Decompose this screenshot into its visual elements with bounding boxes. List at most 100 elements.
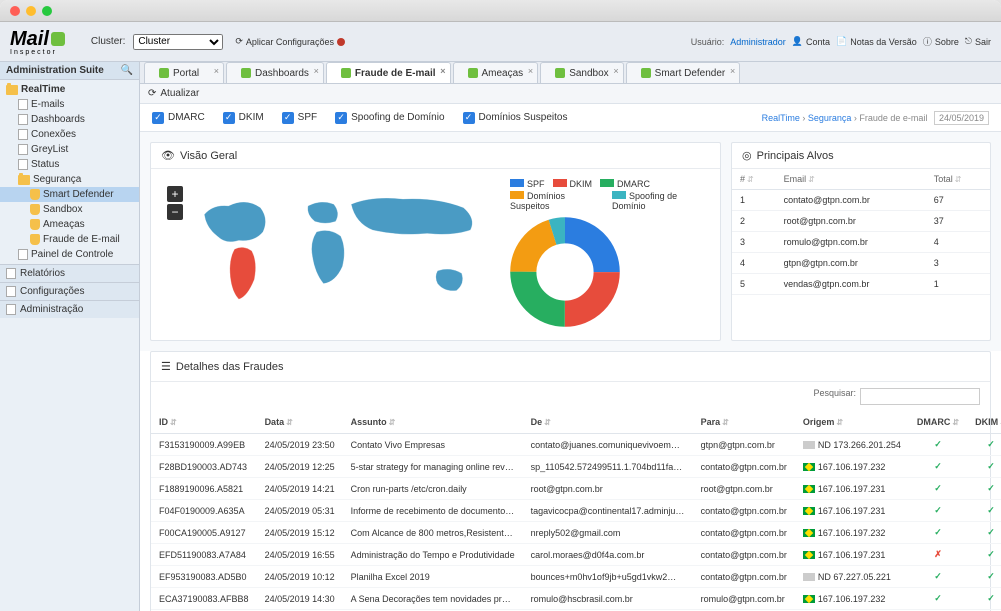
nav-status[interactable]: Status xyxy=(0,157,139,172)
nav-realtime[interactable]: RealTime xyxy=(0,82,139,97)
col-origem[interactable]: Origem⇵ xyxy=(795,411,909,434)
col-para[interactable]: Para⇵ xyxy=(693,411,795,434)
sidebar-panel-relatórios[interactable]: Relatórios xyxy=(0,264,139,282)
nav-label: Conexões xyxy=(31,129,76,140)
nav-painel-de-controle[interactable]: Painel de Controle xyxy=(0,247,139,262)
table-row[interactable]: ECA37190083.AFBB824/05/2019 14:30A Sena … xyxy=(151,588,1001,610)
close-icon[interactable]: × xyxy=(214,66,219,76)
close-icon[interactable]: × xyxy=(730,66,735,76)
table-row[interactable]: F28BD190003.AD74324/05/2019 12:255-star … xyxy=(151,456,1001,478)
about-link[interactable]: ⓘSobre xyxy=(923,35,959,48)
nav-smart-defender[interactable]: Smart Defender xyxy=(0,187,139,202)
swatch-icon xyxy=(600,179,614,187)
check-icon: ✓ xyxy=(934,483,942,493)
minimize-dot[interactable] xyxy=(26,6,36,16)
tab-portal[interactable]: Portal × xyxy=(144,62,224,83)
user-name-link[interactable]: Administrador xyxy=(730,37,786,47)
sidebar-panel-configurações[interactable]: Configurações xyxy=(0,282,139,300)
logo-sub: Inspector xyxy=(10,49,65,56)
close-icon[interactable]: × xyxy=(314,66,319,76)
sidebar-panel-administração[interactable]: Administração xyxy=(0,300,139,318)
tab-amea-as[interactable]: Ameaças× xyxy=(453,62,539,83)
table-row[interactable]: EFD51190083.A7A8424/05/2019 16:55Adminis… xyxy=(151,544,1001,566)
search-input[interactable] xyxy=(860,388,980,405)
flag-icon xyxy=(803,463,815,471)
tab-label: Dashboards xyxy=(255,68,309,79)
date-picker[interactable]: 24/05/2019 xyxy=(934,111,989,125)
overview-panel: 👁Visão Geral + − xyxy=(150,142,721,341)
tab-icon xyxy=(468,68,478,78)
close-icon[interactable]: × xyxy=(528,66,533,76)
page-icon xyxy=(18,99,28,110)
table-row[interactable]: 2root@gtpn.com.br37 xyxy=(732,211,990,232)
nav-sandbox[interactable]: Sandbox xyxy=(0,202,139,217)
col-email[interactable]: Email⇵ xyxy=(776,169,926,190)
table-row[interactable]: F3153190009.A99EB24/05/2019 23:50Contato… xyxy=(151,434,1001,456)
cluster-select[interactable]: Cluster xyxy=(133,34,223,50)
close-dot[interactable] xyxy=(10,6,20,16)
nav-greylist[interactable]: GreyList xyxy=(0,142,139,157)
nav-amea-as[interactable]: Ameaças xyxy=(0,217,139,232)
check-icon: ✓ xyxy=(987,549,995,559)
crumb-realtime[interactable]: RealTime xyxy=(762,113,800,123)
nav-dashboards[interactable]: Dashboards xyxy=(0,112,139,127)
col-id[interactable]: ID⇵ xyxy=(151,411,257,434)
apply-config-button[interactable]: ⟳ Aplicar Configurações xyxy=(235,36,345,47)
filter-spoofing-de-dom-nio[interactable]: ✓Spoofing de Domínio xyxy=(335,112,444,124)
tab-sandbox[interactable]: Sandbox× xyxy=(540,62,623,83)
zoom-out-button[interactable]: − xyxy=(167,204,183,220)
tab-dashboards[interactable]: Dashboards × xyxy=(226,62,324,83)
table-row[interactable]: EF953190083.AD5B024/05/2019 10:12Planilh… xyxy=(151,566,1001,588)
shield-icon xyxy=(30,189,40,200)
nav-label: Dashboards xyxy=(31,114,85,125)
nav-seguran-a[interactable]: Segurança xyxy=(0,172,139,187)
table-row[interactable]: 3romulo@gtpn.com.br4 xyxy=(732,232,990,253)
table-row[interactable]: F04F0190009.A635A24/05/2019 05:31Informe… xyxy=(151,500,1001,522)
tab-label: Portal xyxy=(173,68,199,79)
refresh-icon: ⟳ xyxy=(148,88,156,99)
targets-panel: ◎Principais Alvos #⇵ Email⇵ Total⇵ 1cont… xyxy=(731,142,991,341)
filter-dom-nios-suspeitos[interactable]: ✓Domínios Suspeitos xyxy=(463,112,568,124)
account-link[interactable]: 👤Conta xyxy=(792,36,830,47)
col-data[interactable]: Data⇵ xyxy=(257,411,343,434)
maximize-dot[interactable] xyxy=(42,6,52,16)
world-map[interactable]: + − xyxy=(161,180,498,330)
filter-spf[interactable]: ✓SPF xyxy=(282,112,317,124)
table-row[interactable]: 5vendas@gtpn.com.br1 xyxy=(732,274,990,295)
table-row[interactable]: 1contato@gtpn.com.br67 xyxy=(732,190,990,211)
check-icon: ✓ xyxy=(934,461,942,471)
zoom-in-button[interactable]: + xyxy=(167,186,183,202)
nav-tree: RealTimeE-mails Dashboards Conexões GreyLis… xyxy=(0,80,139,264)
nav-conex-es[interactable]: Conexões xyxy=(0,127,139,142)
tab-fraude-de-e-mail[interactable]: Fraude de E-mail× xyxy=(326,62,451,83)
logo-badge-icon xyxy=(51,32,65,46)
check-icon: ✓ xyxy=(987,571,995,581)
tab-smart-defender[interactable]: Smart Defender × xyxy=(626,62,741,83)
col-dkim[interactable]: DKIM⇵ xyxy=(967,411,1001,434)
col-assunto[interactable]: Assunto⇵ xyxy=(343,411,523,434)
refresh-button[interactable]: ⟳ Atualizar xyxy=(148,88,199,99)
toolbar: ⟳ Atualizar xyxy=(140,84,1001,104)
release-notes-link[interactable]: 📄Notas da Versão xyxy=(836,36,917,47)
table-row[interactable]: F00CA190005.A912724/05/2019 15:12Com Alc… xyxy=(151,522,1001,544)
close-icon[interactable]: × xyxy=(440,66,445,76)
col-num[interactable]: #⇵ xyxy=(732,169,776,190)
logout-link[interactable]: ⎋Sair xyxy=(965,36,991,47)
tab-label: Smart Defender xyxy=(655,68,726,79)
table-row[interactable]: F1889190096.A582124/05/2019 14:21Cron ru… xyxy=(151,478,1001,500)
swatch-icon xyxy=(612,191,626,199)
crumb-seguranca[interactable]: Segurança xyxy=(808,113,852,123)
table-row[interactable]: 4gtpn@gtpn.com.br3 xyxy=(732,253,990,274)
page-icon xyxy=(6,304,16,315)
col-de[interactable]: De⇵ xyxy=(523,411,693,434)
filter-dmarc[interactable]: ✓DMARC xyxy=(152,112,205,124)
nav-label: Fraude de E-mail xyxy=(43,234,120,245)
col-total[interactable]: Total⇵ xyxy=(926,169,990,190)
close-icon[interactable]: × xyxy=(613,66,618,76)
col-dmarc[interactable]: DMARC⇵ xyxy=(909,411,967,434)
nav-e-mails[interactable]: E-mails xyxy=(0,97,139,112)
search-icon[interactable]: 🔍 xyxy=(121,65,133,76)
nav-fraude-de-e-mail[interactable]: Fraude de E-mail xyxy=(0,232,139,247)
page-icon xyxy=(18,129,28,140)
filter-dkim[interactable]: ✓DKIM xyxy=(223,112,264,124)
